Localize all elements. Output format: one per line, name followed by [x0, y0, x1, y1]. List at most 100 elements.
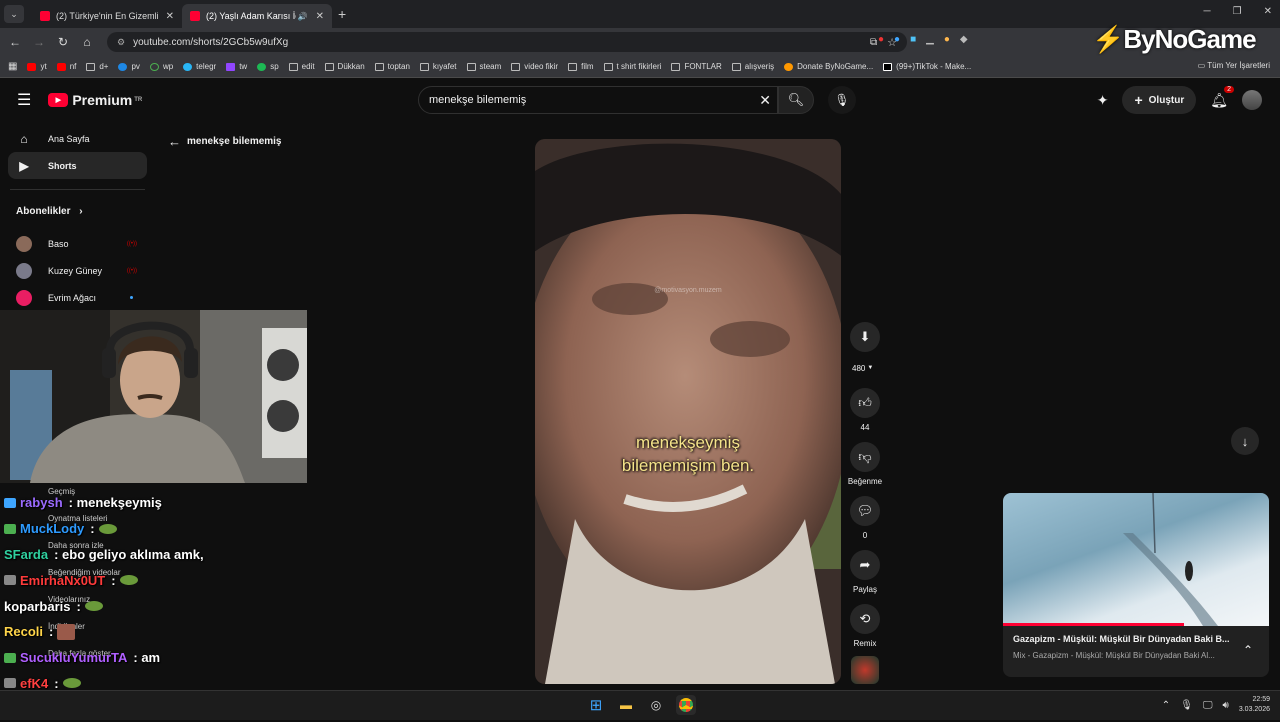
menu-icon[interactable]: ☰	[17, 90, 31, 110]
bookmark-folder[interactable]: t shirt fikirleri	[603, 62, 661, 71]
bookmark-item[interactable]: (99+)TikTok - Make...	[883, 62, 971, 71]
restore-icon[interactable]: ❐	[1233, 6, 1242, 17]
stream-chat-overlay: rabysh: menekşeymiş MuckLody: SFarda: eb…	[4, 490, 324, 722]
sub-badge-icon	[4, 678, 16, 689]
extension-icon[interactable]: ●	[944, 34, 950, 45]
sub-badge-icon	[4, 523, 16, 534]
subscription-item[interactable]: Evrim Ağacı	[8, 284, 147, 311]
file-explorer-icon[interactable]: ▬	[616, 695, 636, 715]
clear-search-icon[interactable]: ✕	[759, 92, 771, 109]
extension-icon[interactable]: ●	[894, 34, 900, 45]
bookmark-item[interactable]: telegr	[183, 62, 216, 71]
extension-icon[interactable]: ▁	[926, 34, 934, 45]
bookmark-folder[interactable]: Dükkan	[324, 62, 365, 71]
dislike-button[interactable]: 👎︎ Beğenme	[848, 442, 882, 486]
comments-button[interactable]: 💬︎ 0	[848, 496, 882, 540]
miniplayer-progress[interactable]	[1003, 623, 1184, 626]
bookmark-folder[interactable]: video fikir	[511, 62, 558, 71]
live-icon: ((•))	[126, 240, 137, 247]
voice-search-button[interactable]: 🎙︎	[828, 86, 856, 114]
reload-icon[interactable]: ↻	[51, 35, 75, 49]
extension-icon[interactable]: ●	[878, 34, 884, 45]
bookmark-item[interactable]: yt	[27, 62, 47, 71]
miniplayer-title[interactable]: Gazapizm - Müşkül: Müşkül Bir Dünyadan B…	[1013, 634, 1233, 644]
all-bookmarks-link[interactable]: ▭ Tüm Yer İşaretleri	[1198, 61, 1270, 70]
remix-button[interactable]: ⟲ Remix	[848, 604, 882, 648]
bookmark-item[interactable]: Donate ByNoGame...	[784, 62, 873, 71]
gemini-icon[interactable]: ✦	[1097, 92, 1109, 109]
bookmark-folder[interactable]: alışveriş	[731, 62, 774, 71]
bookmark-item[interactable]: tw	[226, 62, 247, 71]
notifications-button[interactable]: 🔔︎ 2	[1210, 85, 1234, 109]
sidebar-item-home[interactable]: ⌂ Ana Sayfa	[8, 125, 147, 152]
extension-icon[interactable]: ■	[910, 34, 916, 45]
obs-icon[interactable]: ◎	[646, 695, 666, 715]
extension-icon[interactable]: ◆	[960, 34, 968, 45]
browser-tab-active[interactable]: (2) Yaşlı Adam Karısı İçin Me 🔊 ✕	[182, 4, 332, 28]
download-button[interactable]: ⬇	[848, 322, 882, 352]
system-clock[interactable]: 22:59 3.03.2026	[1239, 695, 1270, 715]
minimize-icon[interactable]: ─	[1204, 6, 1211, 17]
subscription-item[interactable]: Baso ((•))	[8, 230, 147, 257]
shorts-icon: ▶	[19, 158, 29, 173]
bookmark-folder[interactable]: toptan	[374, 62, 410, 71]
chat-message: rabysh: menekşeymiş	[4, 490, 324, 516]
site-info-icon[interactable]: ⚙	[117, 37, 125, 48]
bookmark-folder[interactable]: kıyafet	[419, 62, 457, 71]
bookmark-item[interactable]: wp	[149, 62, 173, 71]
sidebar-item-shorts[interactable]: ▶ Shorts	[8, 152, 147, 179]
shorts-search-back[interactable]: ← menekşe bilememiş	[168, 134, 282, 149]
volume-icon[interactable]: 🔊︎	[1223, 700, 1229, 711]
install-app-icon[interactable]: ⧉	[870, 37, 877, 48]
miniplayer-thumbnail[interactable]	[1003, 493, 1269, 626]
bookmark-item[interactable]: sp	[257, 62, 279, 71]
browser-tab-bar: ⌄ (2) Türkiye'nin En Gizemli Olayı ✕ (2)…	[0, 0, 1280, 28]
shorts-video-player[interactable]: @motivasyon.muzem menekşeymiş bilememişim…	[535, 139, 841, 684]
bookmark-folder[interactable]: steam	[466, 62, 501, 71]
quality-selector[interactable]: 480 ▼	[852, 360, 882, 376]
download-icon: ⬇	[859, 329, 871, 344]
close-window-icon[interactable]: ✕	[1264, 6, 1272, 17]
subscriptions-header[interactable]: Abonelikler ›	[16, 206, 155, 226]
subscription-item[interactable]: Kuzey Güney ((•))	[8, 257, 147, 284]
new-content-dot	[130, 296, 133, 299]
bookmark-item[interactable]: nf	[56, 62, 76, 71]
like-button[interactable]: 👍︎ 44	[848, 388, 882, 432]
tray-chevron-icon[interactable]: ⌃	[1162, 700, 1170, 711]
avatar[interactable]	[1242, 90, 1262, 110]
new-tab-icon[interactable]: +	[338, 6, 346, 22]
miniplayer[interactable]: Gazapizm - Müşkül: Müşkül Bir Dünyadan B…	[1003, 493, 1269, 677]
windows-start-icon[interactable]: ⊞	[586, 695, 606, 715]
close-tab-icon[interactable]: ✕	[166, 11, 174, 22]
browser-tab[interactable]: (2) Türkiye'nin En Gizemli Olayı ✕	[32, 4, 182, 28]
mic-tray-icon[interactable]: 🎙︎	[1180, 700, 1193, 711]
audio-icon[interactable]: 🔊	[298, 12, 308, 21]
next-short-button[interactable]: ↓	[1231, 427, 1259, 455]
bookmark-item[interactable]: pv	[118, 62, 140, 71]
apps-grid-icon[interactable]: ▦	[8, 61, 17, 72]
back-icon[interactable]: ←	[3, 35, 27, 49]
channel-avatar[interactable]	[851, 656, 879, 684]
home-icon[interactable]: ⌂	[75, 35, 99, 49]
bell-icon: 🔔︎	[1210, 91, 1228, 108]
bookmark-folder[interactable]: film	[568, 62, 594, 71]
network-icon[interactable]: 🖵	[1203, 700, 1213, 711]
streamer-webcam	[0, 310, 307, 483]
url-input[interactable]: ⚙ youtube.com/shorts/2GCb5w9ufXg ⧉ ☆	[107, 32, 907, 52]
chat-message: SucukluYumurTA: am	[4, 645, 324, 671]
create-button[interactable]: + Oluştur	[1122, 86, 1197, 114]
search-input[interactable]: menekşe bilememiş ✕	[418, 86, 778, 114]
bookmark-folder[interactable]: edit	[288, 62, 315, 71]
close-tab-icon[interactable]: ✕	[316, 11, 324, 22]
forward-icon[interactable]: →	[27, 35, 51, 49]
share-button[interactable]: ➦ Paylaş	[848, 550, 882, 594]
plus-icon: +	[1134, 92, 1143, 108]
bookmark-item[interactable]: d+	[86, 62, 108, 71]
youtube-premium-logo[interactable]: ▶ Premium TR	[48, 92, 142, 108]
bookmark-folder[interactable]: FONTLAR	[671, 62, 722, 71]
expand-chevron-icon[interactable]: ⌃	[1243, 643, 1253, 657]
mic-icon: 🎙︎	[834, 93, 850, 107]
tab-search-chevron-icon[interactable]: ⌄	[4, 5, 24, 23]
chrome-icon[interactable]	[676, 695, 696, 715]
search-button[interactable]: 🔍︎	[778, 86, 814, 114]
